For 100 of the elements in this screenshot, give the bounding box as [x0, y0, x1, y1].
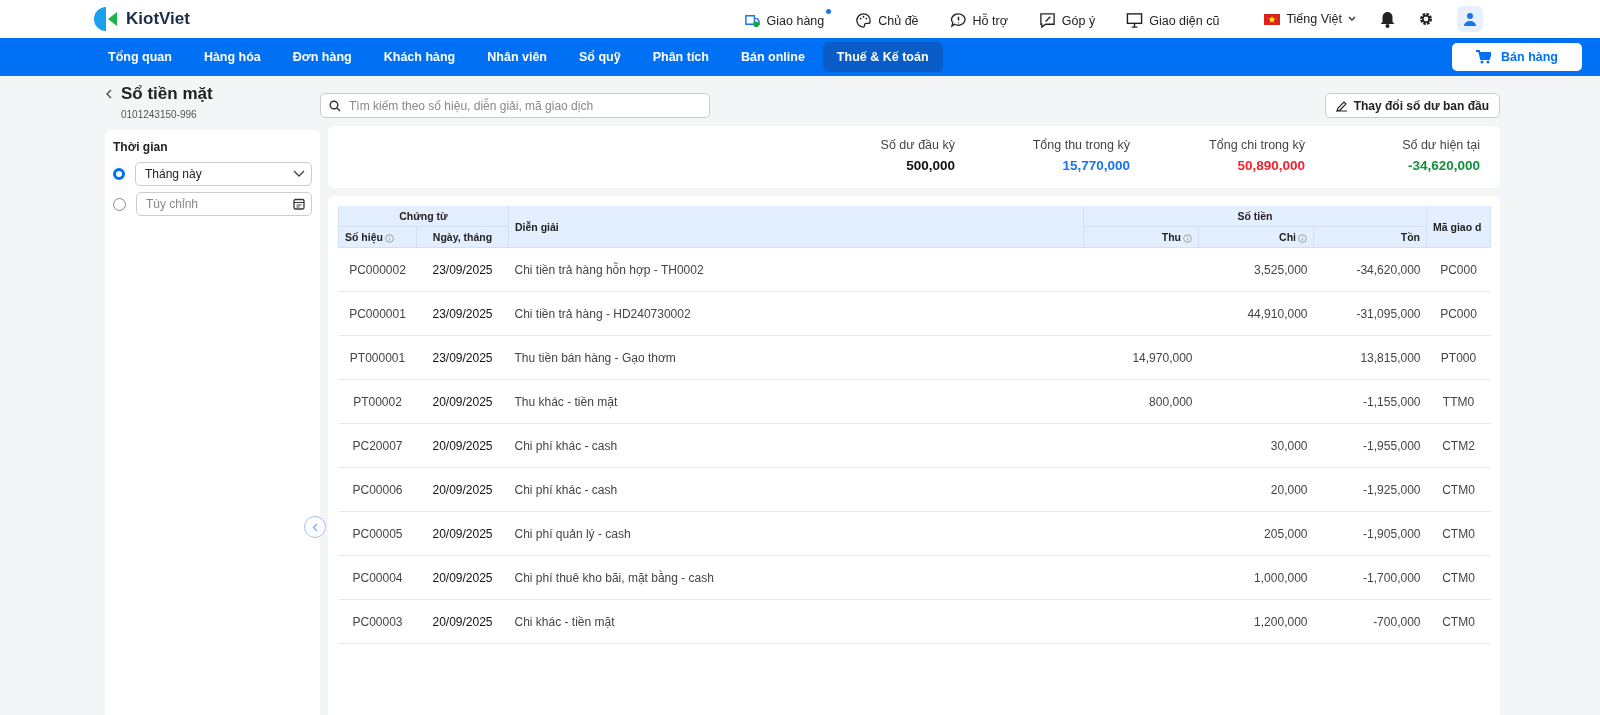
table-cell: Thu tiền bán hàng - Gạo thơm	[508, 335, 1084, 380]
table-cell: Thu khác - tiền mặt	[508, 379, 1084, 424]
table-cell: 20/09/2025	[416, 423, 509, 468]
table-cell: PT000	[1426, 335, 1491, 380]
search-icon	[329, 99, 341, 112]
cart-icon	[1476, 50, 1492, 64]
table-cell: CTM0	[1426, 467, 1491, 512]
sell-button[interactable]: Bán hàng	[1452, 43, 1582, 71]
table-cell: 1,000,000	[1198, 555, 1314, 600]
table-cell: 800,000	[1083, 379, 1199, 424]
table-cell: -31,095,000	[1313, 291, 1427, 336]
table-cell: 20/09/2025	[416, 379, 509, 424]
nav-tab[interactable]: Hàng hóa	[189, 42, 275, 72]
header-link[interactable]: Giao diện cũ	[1126, 9, 1227, 29]
language-select[interactable]: Tiếng Việt	[1264, 12, 1356, 26]
table-cell: PC20007	[338, 423, 417, 468]
chevron-down-icon	[293, 170, 305, 178]
notification-dot	[826, 9, 832, 14]
summary-value: 50,890,000	[1237, 158, 1305, 173]
table-cell: PC00005	[338, 511, 417, 556]
chevron-left-icon	[312, 522, 318, 532]
table-cell: -34,620,000	[1313, 247, 1427, 292]
bell-icon[interactable]	[1380, 10, 1395, 28]
table-cell: CTM0	[1426, 511, 1491, 556]
column-header: Diễn giải	[508, 206, 1084, 248]
table-cell: Chi phí quản lý - cash	[508, 511, 1084, 556]
table-cell: CTM2	[1426, 423, 1491, 468]
table-cell: 23/09/2025	[416, 335, 509, 380]
nav-tab[interactable]: Tổng quan	[94, 42, 186, 72]
header-link[interactable]: Giao hàng	[743, 9, 832, 29]
table-cell: 13,815,000	[1313, 335, 1427, 380]
period-select[interactable]: Tháng này	[135, 162, 312, 186]
nav-tab[interactable]: Thuế & Kế toán	[822, 42, 943, 72]
table-cell: -1,155,000	[1313, 379, 1427, 424]
table-cell: Chi khác - tiền mặt	[508, 599, 1084, 644]
filter-label: Thời gian	[113, 140, 169, 154]
flag-icon	[1264, 13, 1281, 25]
nav-tab[interactable]: Bán online	[726, 42, 819, 72]
info-icon	[384, 233, 394, 243]
logo-text: KiotViet	[126, 9, 190, 29]
table-cell: PC000002	[338, 247, 417, 292]
nav-tab[interactable]: Sổ quỹ	[565, 42, 635, 72]
radio-button[interactable]	[113, 168, 125, 180]
summary-label: Tổng chi trong kỳ	[1209, 138, 1305, 152]
table-cell: 20/09/2025	[416, 599, 509, 644]
settings-icon[interactable]	[1419, 12, 1433, 26]
pencil-icon	[1335, 99, 1348, 112]
truck-icon	[743, 12, 761, 29]
speech-bubble-icon	[949, 12, 967, 29]
summary-label: Số dư hiện tại	[1402, 138, 1480, 152]
table-cell: PC00004	[338, 555, 417, 600]
page-title: Sổ tiền mặt	[121, 84, 214, 105]
column-header: Số hiệu	[338, 226, 417, 248]
table-cell: 1,200,000	[1198, 599, 1314, 644]
back-icon[interactable]	[105, 89, 113, 100]
table-cell: PT000001	[338, 335, 417, 380]
table-cell: 30,000	[1198, 423, 1314, 468]
table-cell: Chi phí thuê kho bãi, mặt bằng - cash	[508, 555, 1084, 600]
chat-edit-icon	[1038, 12, 1056, 29]
chevron-down-icon	[1348, 16, 1356, 22]
header-link[interactable]: Góp ý	[1038, 9, 1103, 29]
summary-label: Tổng thu trong kỳ	[1032, 138, 1130, 152]
user-avatar[interactable]	[1457, 6, 1483, 32]
nav-tab[interactable]: Đơn hàng	[278, 42, 366, 72]
table-cell: -1,700,000	[1313, 555, 1427, 600]
table-cell: CTM0	[1426, 555, 1491, 600]
nav-tab[interactable]: Khách hàng	[369, 42, 470, 72]
table-cell: Chi phí khác - cash	[508, 423, 1084, 468]
table-cell: PC000	[1426, 291, 1491, 336]
column-group-header: Chứng từ	[338, 206, 509, 227]
table-cell: -1,955,000	[1313, 423, 1427, 468]
search-field[interactable]: Tìm kiếm theo số hiệu, diễn giải, mã giao dịch	[320, 93, 710, 118]
date-field[interactable]: Tùy chỉnh	[136, 192, 312, 216]
edit-balance-button[interactable]: Thay đổi số dư ban đầu	[1324, 93, 1500, 118]
monitor-icon	[1126, 12, 1144, 29]
summary-label: Số dư đầu kỳ	[880, 138, 955, 152]
page-subtitle: 0101243150-996	[121, 108, 198, 120]
info-icon	[1298, 233, 1307, 243]
table-cell: Chi tiền trả hàng - HD240730002	[508, 291, 1084, 336]
table-cell: 44,910,000	[1198, 291, 1314, 336]
table-cell: Chi tiền trả hàng hỗn hợp - TH0002	[508, 247, 1084, 292]
nav-tab[interactable]: Phân tích	[638, 42, 723, 72]
info-icon	[1183, 233, 1192, 243]
header-link[interactable]: Hỗ trợ	[949, 9, 1015, 29]
table-cell: 205,000	[1198, 511, 1314, 556]
table-cell: PC00003	[338, 599, 417, 644]
summary-value: -34,620,000	[1407, 158, 1480, 173]
table-cell: CTM0	[1426, 599, 1491, 644]
table-cell: 20,000	[1198, 467, 1314, 512]
table-cell: PC00006	[338, 467, 417, 512]
summary-value: 500,000	[906, 158, 955, 173]
table-cell: 23/09/2025	[416, 247, 509, 292]
header-link[interactable]: Chủ đề	[855, 9, 926, 29]
nav-tab[interactable]: Nhân viên	[473, 42, 561, 72]
table-cell: 23/09/2025	[416, 291, 509, 336]
user-icon	[1463, 12, 1477, 26]
table-cell: PT00002	[338, 379, 417, 424]
table-cell: PC000	[1426, 247, 1491, 292]
palette-icon	[855, 12, 873, 29]
table-cell: Chi phí khác - cash	[508, 467, 1084, 512]
